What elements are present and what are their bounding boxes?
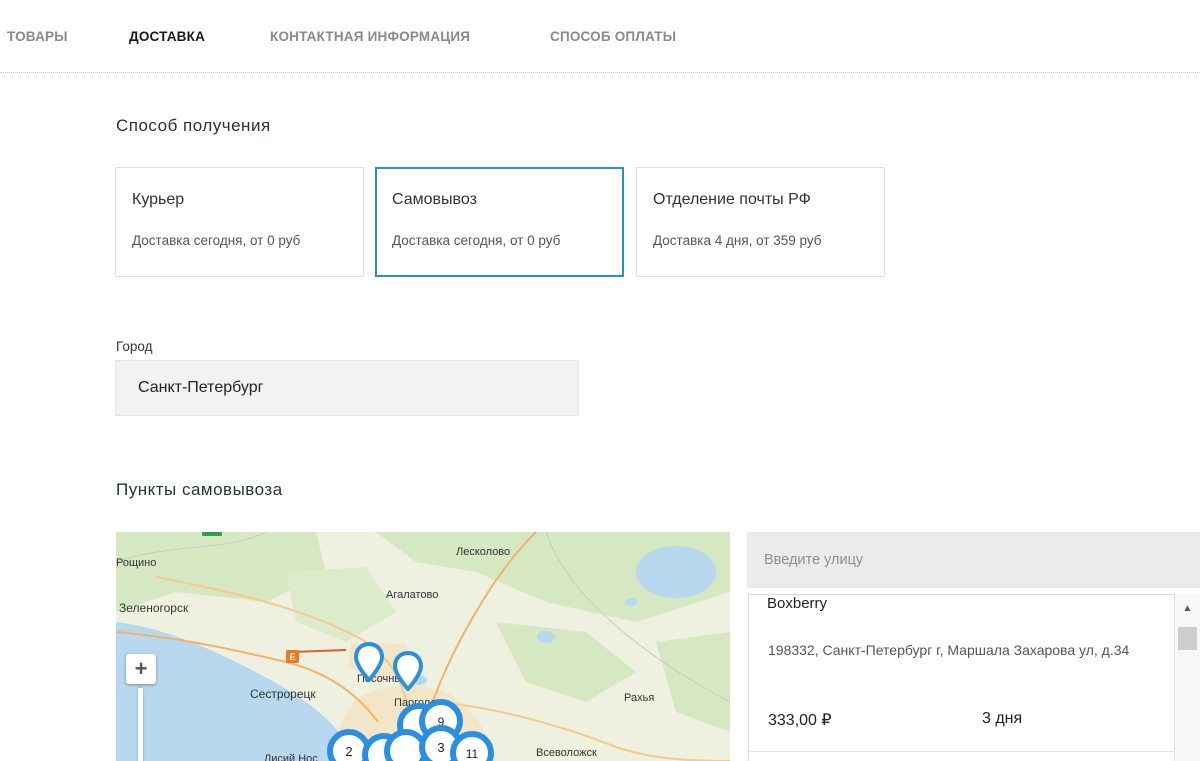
tabs-divider [0, 72, 1200, 73]
zoom-in-button[interactable]: + [126, 654, 156, 684]
method-title: Курьер [132, 191, 185, 208]
delivery-method-heading: Способ получения [116, 116, 271, 135]
method-card-russian-post[interactable]: Отделение почты РФ Доставка 4 дня, от 35… [636, 167, 885, 277]
cluster-count: 11 [466, 747, 479, 761]
zoom-slider-track[interactable] [138, 688, 143, 761]
map-label-leskolovo: Лесколово [456, 546, 511, 558]
scroll-up-icon[interactable]: ▲ [1175, 602, 1200, 616]
tab-contact-info[interactable]: Контактная информация [270, 29, 470, 44]
tab-delivery[interactable]: Доставка [129, 29, 205, 44]
pickup-points-heading: Пункты самовывоза [116, 480, 283, 499]
svg-text:Е: Е [289, 652, 295, 662]
map-label-zelenogorsk: Зеленогорск [119, 601, 189, 615]
point-delivery-days: 3 дня [982, 710, 1023, 727]
point-address: 198332, Санкт-Петербург г, Маршала Захар… [768, 642, 1130, 658]
point-price: 333,00 ₽ [768, 712, 832, 729]
map-cluster-marker[interactable]: 11 [449, 730, 495, 761]
scrollbar-thumb[interactable] [1178, 627, 1197, 650]
method-card-courier[interactable]: Курьер Доставка сегодня, от 0 руб [115, 167, 364, 277]
map-label-roshchino: Рощино [116, 557, 157, 569]
method-title: Отделение почты РФ [653, 191, 811, 208]
map-pin-icon[interactable] [354, 642, 384, 682]
map-label-rakhya: Рахья [624, 692, 655, 704]
cluster-count: 3 [437, 740, 444, 755]
city-label: Город [116, 339, 153, 354]
method-card-pickup[interactable]: Самовывоз Доставка сегодня, от 0 руб [375, 167, 624, 277]
cluster-count: 2 [345, 744, 352, 759]
map-pin-icon[interactable] [393, 651, 423, 691]
point-name: Boxberry [767, 595, 828, 612]
method-subtitle: Доставка 4 дня, от 359 руб [653, 233, 822, 248]
method-title: Самовывоз [392, 191, 477, 208]
pickup-map[interactable]: Е Лесколово Рощино Агалатово Зеленогорск… [116, 532, 730, 761]
checkout-steps: Товары Доставка Контактная информация Сп… [0, 0, 1200, 73]
method-subtitle: Доставка сегодня, от 0 руб [392, 233, 561, 248]
tab-goods[interactable]: Товары [7, 29, 68, 44]
map-label-vsevolozhsk: Всеволожск [536, 747, 597, 759]
list-scrollbar[interactable]: ▲ [1175, 594, 1200, 761]
map-label-sestroretsk: Сестрорецк [250, 687, 316, 701]
city-input[interactable] [115, 360, 579, 416]
map-label-lisy-nos: Лисий Нос [264, 753, 318, 761]
method-subtitle: Доставка сегодня, от 0 руб [132, 233, 301, 248]
pickup-points-list: Boxberry 198332, Санкт-Петербург г, Марш… [748, 594, 1175, 761]
list-divider [749, 751, 1174, 752]
tab-payment-method[interactable]: Способ оплаты [550, 29, 676, 44]
street-search-input[interactable] [747, 532, 1200, 588]
map-label-agalatovo: Агалатово [386, 589, 439, 601]
